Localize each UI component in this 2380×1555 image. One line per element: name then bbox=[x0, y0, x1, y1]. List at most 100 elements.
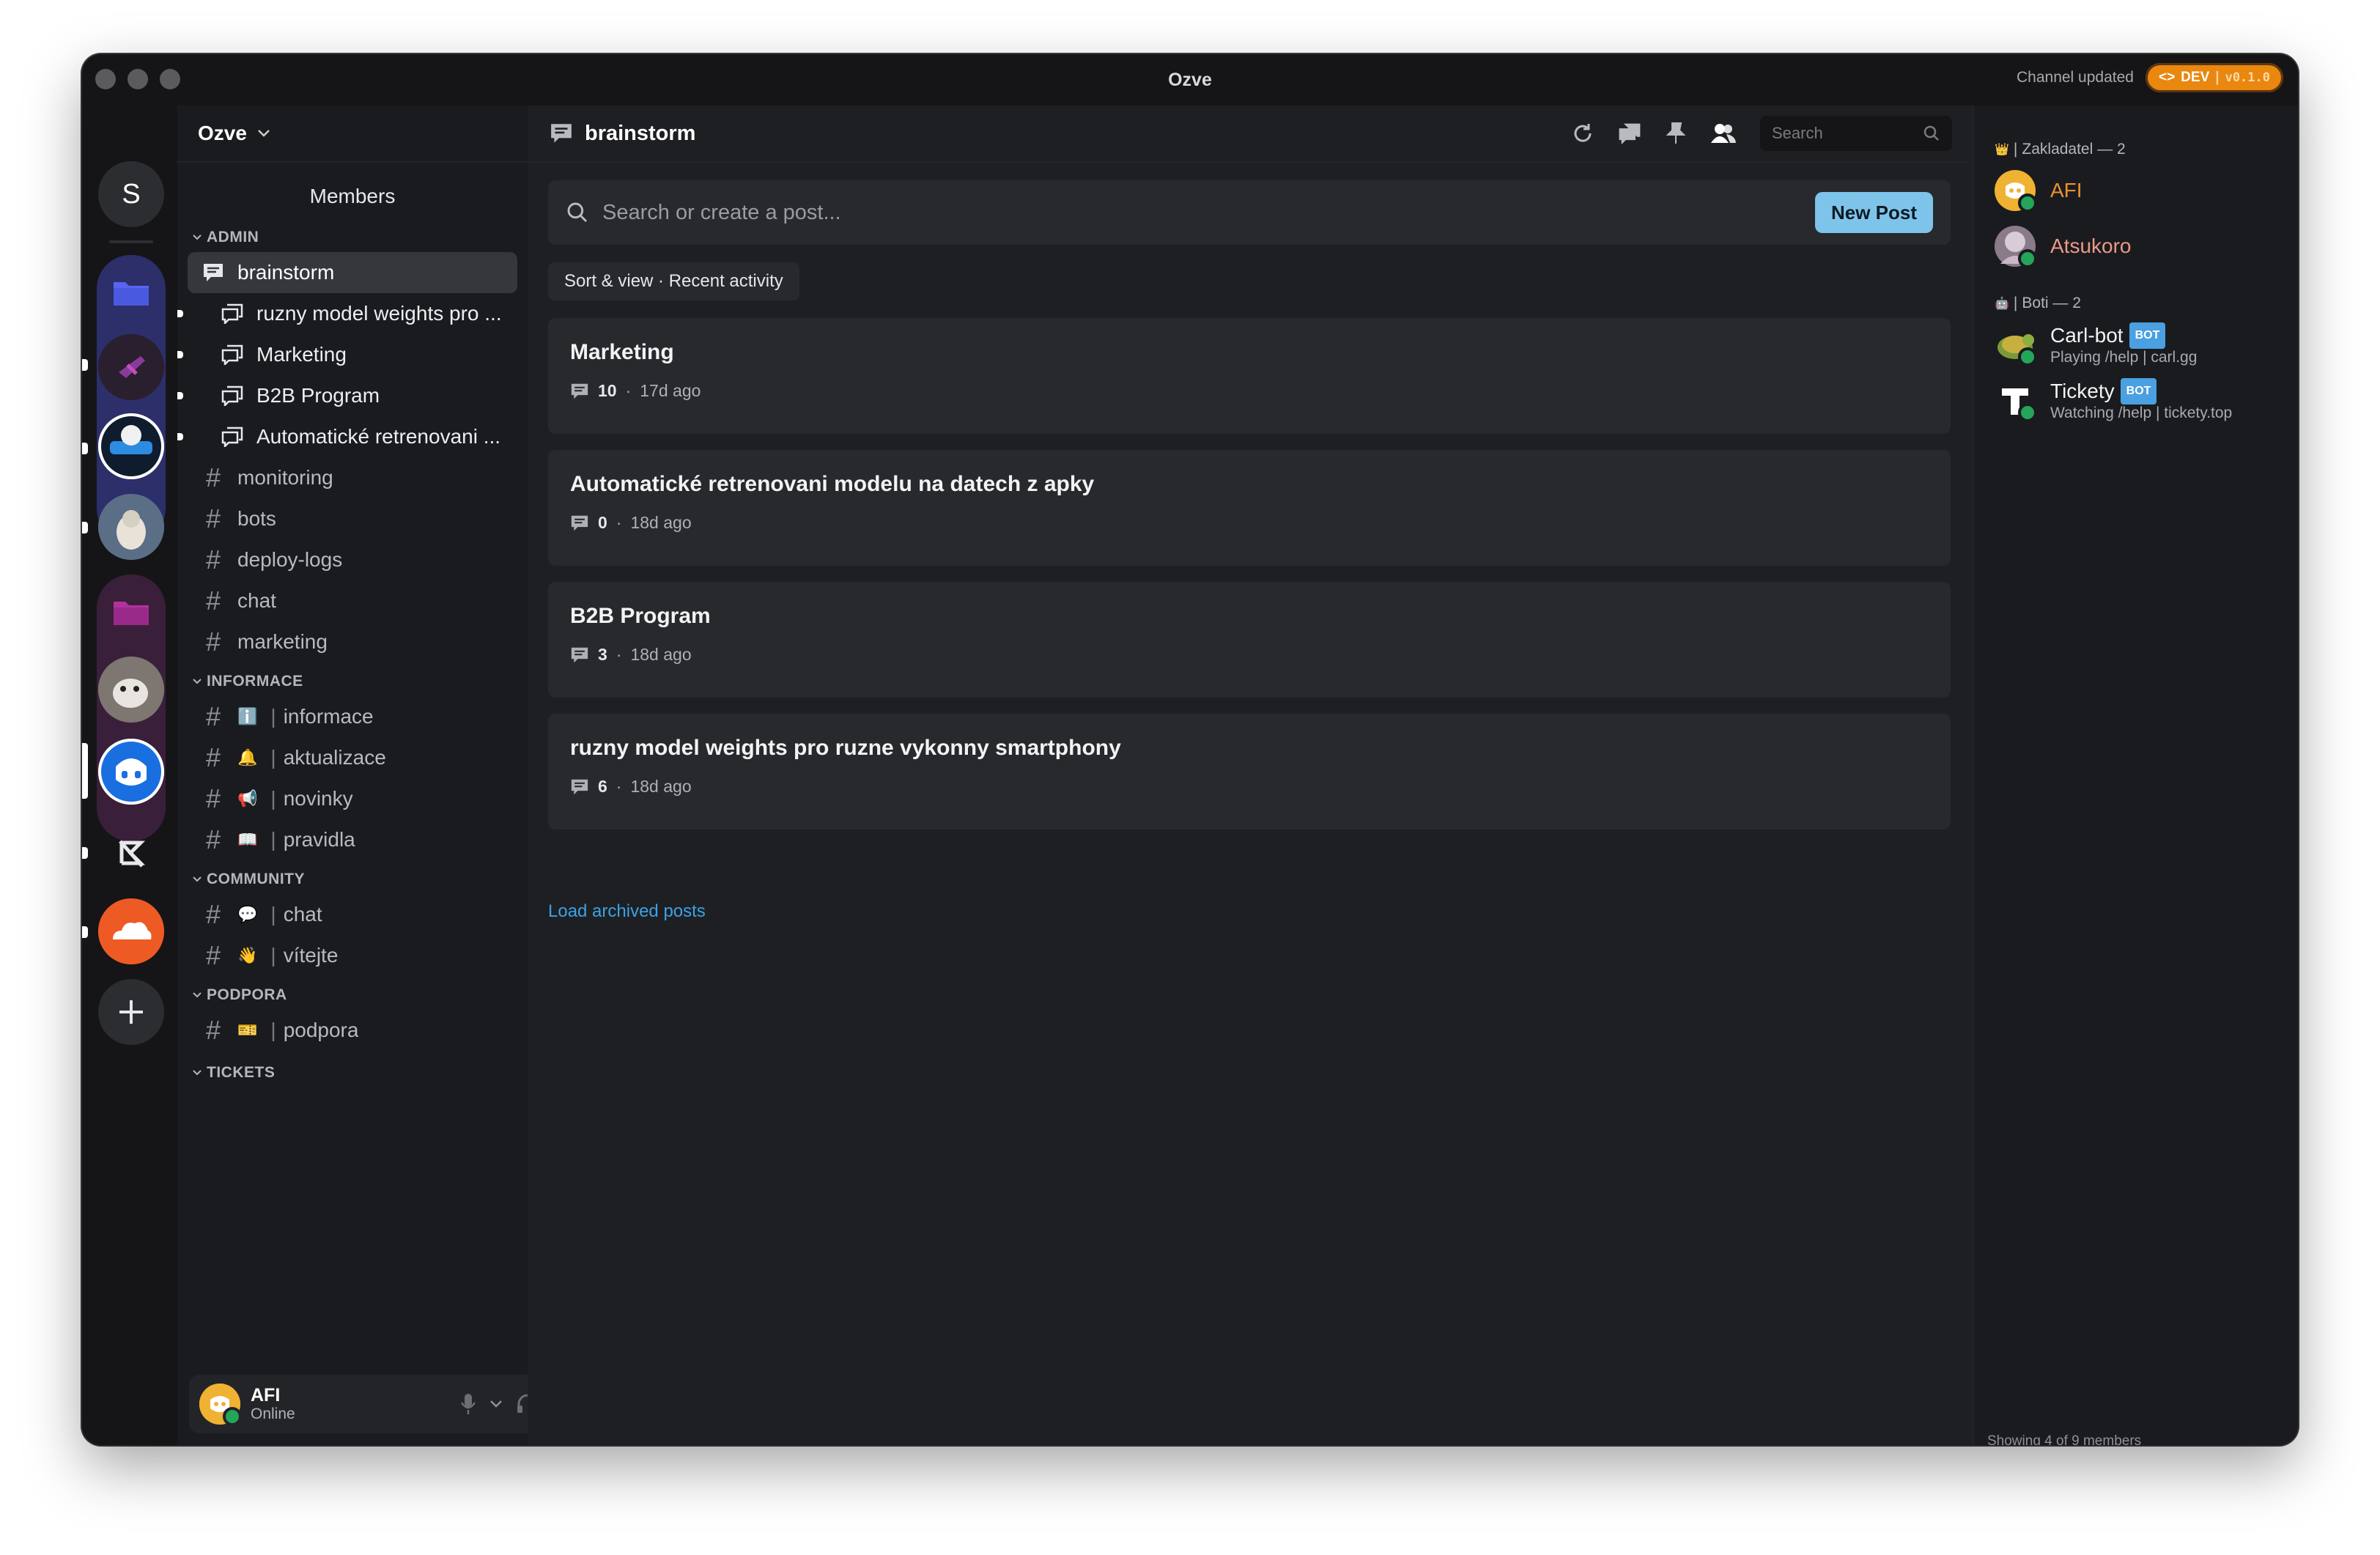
dev-badge: <> DEV | v0.1.0 bbox=[2145, 63, 2283, 92]
category-label: INFORMACE bbox=[207, 673, 303, 690]
server-icon-1[interactable] bbox=[98, 334, 164, 400]
new-post-button[interactable]: New Post bbox=[1814, 192, 1933, 233]
category-community[interactable]: COMMUNITY bbox=[177, 860, 528, 894]
bot-tag: BOT bbox=[2129, 322, 2166, 349]
crown-emoji: 👑 bbox=[1995, 144, 2009, 156]
channel-deploy-logs[interactable]: # deploy-logs bbox=[188, 539, 517, 580]
channel-bots[interactable]: # bots bbox=[188, 498, 517, 539]
channel-podpora[interactable]: # 🎫 | podpora bbox=[188, 1010, 517, 1051]
chevron-down-icon bbox=[193, 1070, 202, 1076]
load-archived-posts-link[interactable]: Load archived posts bbox=[548, 901, 1971, 922]
server-icon-4[interactable] bbox=[98, 657, 164, 723]
server-icon-3[interactable] bbox=[98, 494, 164, 560]
server-icon-7[interactable] bbox=[98, 898, 164, 964]
category-label: PODPORA bbox=[207, 986, 287, 1003]
post-search-input[interactable]: Search or create a post... New Post bbox=[548, 180, 1951, 245]
channel-informace[interactable]: # ℹ️ | informace bbox=[188, 696, 517, 737]
pin-icon[interactable] bbox=[1665, 122, 1687, 145]
hash-icon: # bbox=[205, 627, 221, 657]
hash-icon: # bbox=[205, 503, 221, 533]
thread-icon bbox=[221, 385, 243, 406]
refresh-icon[interactable] bbox=[1571, 122, 1594, 145]
channel-community-chat[interactable]: # 💬 | chat bbox=[188, 894, 517, 935]
hash-icon: # bbox=[205, 783, 221, 813]
home-server-button[interactable]: S bbox=[98, 161, 164, 227]
online-status-icon bbox=[2018, 403, 2037, 422]
hash-icon: # bbox=[205, 899, 221, 929]
channel-separator: | bbox=[270, 787, 276, 810]
group-separator: | bbox=[2013, 141, 2018, 158]
meta-separator: · bbox=[616, 777, 622, 796]
channel-label: chat bbox=[237, 589, 276, 612]
online-status-icon bbox=[2018, 193, 2037, 213]
meta-separator: · bbox=[625, 381, 632, 400]
channel-monitoring[interactable]: # monitoring bbox=[188, 457, 517, 498]
category-label: ADMIN bbox=[207, 229, 259, 245]
reply-count: 6 bbox=[598, 777, 607, 796]
forum-icon bbox=[551, 124, 572, 143]
message-icon bbox=[571, 779, 588, 794]
post-card[interactable]: ruzny model weights pro ruzne vykonny sm… bbox=[548, 714, 1951, 830]
member-atsukoro[interactable]: Atsukoro bbox=[1974, 218, 2298, 274]
post-card[interactable]: B2B Program 3 · 18d ago bbox=[548, 582, 1951, 698]
user-status: Online bbox=[251, 1406, 295, 1422]
chevron-down-icon[interactable] bbox=[489, 1400, 503, 1408]
avatar bbox=[1995, 380, 2037, 422]
member-tickety[interactable]: Tickety BOT Watching /help | tickety.top bbox=[1974, 372, 2298, 428]
folder-icon[interactable] bbox=[98, 579, 164, 645]
folder-icon[interactable] bbox=[98, 259, 164, 325]
channel-marketing[interactable]: # marketing bbox=[188, 621, 517, 662]
thread-b2b-program[interactable]: B2B Program bbox=[177, 375, 517, 416]
book-emoji: 📖 bbox=[237, 830, 258, 849]
category-tickets[interactable]: TICKETS bbox=[177, 1051, 528, 1087]
window-title: Ozve bbox=[1168, 70, 1212, 90]
ticket-emoji: 🎫 bbox=[237, 1021, 258, 1039]
category-podpora[interactable]: PODPORA bbox=[177, 976, 528, 1010]
post-card[interactable]: Automatické retrenovani modelu na datech… bbox=[548, 450, 1951, 566]
members-link[interactable]: Members bbox=[177, 163, 528, 221]
channel-vitejte[interactable]: # 👋 | vítejte bbox=[188, 935, 517, 976]
hash-icon: # bbox=[205, 940, 221, 970]
thread-icon bbox=[221, 303, 243, 324]
member-group-boti: 🤖 | Boti — 2 bbox=[1974, 295, 2298, 312]
channel-pravidla[interactable]: # 📖 | pravidla bbox=[188, 819, 517, 860]
channel-chat[interactable]: # chat bbox=[188, 580, 517, 621]
server-name-dropdown[interactable]: Ozve bbox=[177, 106, 528, 163]
header-search-input[interactable]: Search bbox=[1760, 116, 1952, 151]
avatar bbox=[1995, 226, 2037, 268]
server-icon-5[interactable] bbox=[98, 739, 164, 805]
avatar bbox=[1995, 324, 2037, 366]
avatar[interactable] bbox=[199, 1384, 242, 1426]
category-informace[interactable]: INFORMACE bbox=[177, 662, 528, 696]
threads-icon[interactable] bbox=[1618, 122, 1641, 144]
thread-marketing[interactable]: Marketing bbox=[177, 334, 517, 375]
thread-ruzny-model-weights[interactable]: ruzny model weights pro ... bbox=[177, 293, 517, 334]
member-afi[interactable]: AFI bbox=[1974, 163, 2298, 218]
channel-label: ruzny model weights pro ... bbox=[256, 302, 502, 325]
channel-aktualizace[interactable]: # 🔔 | aktualizace bbox=[188, 737, 517, 778]
channel-brainstorm[interactable]: brainstorm bbox=[188, 252, 517, 293]
server-icon-6[interactable] bbox=[98, 821, 164, 887]
hash-icon: # bbox=[205, 462, 221, 492]
thread-automaticke-retrenovani[interactable]: Automatické retrenovani ... bbox=[177, 416, 517, 457]
channel-novinky[interactable]: # 📢 | novinky bbox=[188, 778, 517, 819]
channel-separator: | bbox=[270, 1019, 276, 1041]
channel-label: podpora bbox=[283, 1019, 359, 1041]
microphone-icon[interactable] bbox=[460, 1392, 476, 1416]
info-emoji: ℹ️ bbox=[237, 707, 258, 725]
sort-view-button[interactable]: Sort & view · Recent activity bbox=[548, 262, 799, 300]
channel-label: bots bbox=[237, 507, 276, 530]
category-admin[interactable]: ADMIN bbox=[177, 221, 528, 252]
post-card[interactable]: Marketing 10 · 17d ago bbox=[548, 318, 1951, 434]
server-icon-2[interactable] bbox=[98, 413, 164, 479]
post-title: Marketing bbox=[570, 340, 674, 364]
channel-separator: | bbox=[270, 903, 276, 926]
user-name: AFI bbox=[251, 1385, 281, 1406]
members-icon[interactable] bbox=[1710, 122, 1737, 144]
add-server-button[interactable] bbox=[98, 979, 164, 1045]
channel-label: aktualizace bbox=[283, 746, 386, 769]
channel-label: brainstorm bbox=[237, 261, 335, 284]
member-carl-bot[interactable]: Carl-bot BOT Playing /help | carl.gg bbox=[1974, 317, 2298, 372]
member-name: Carl-bot bbox=[2050, 324, 2124, 347]
member-count-text: Showing 4 of 9 members bbox=[1987, 1433, 2142, 1445]
